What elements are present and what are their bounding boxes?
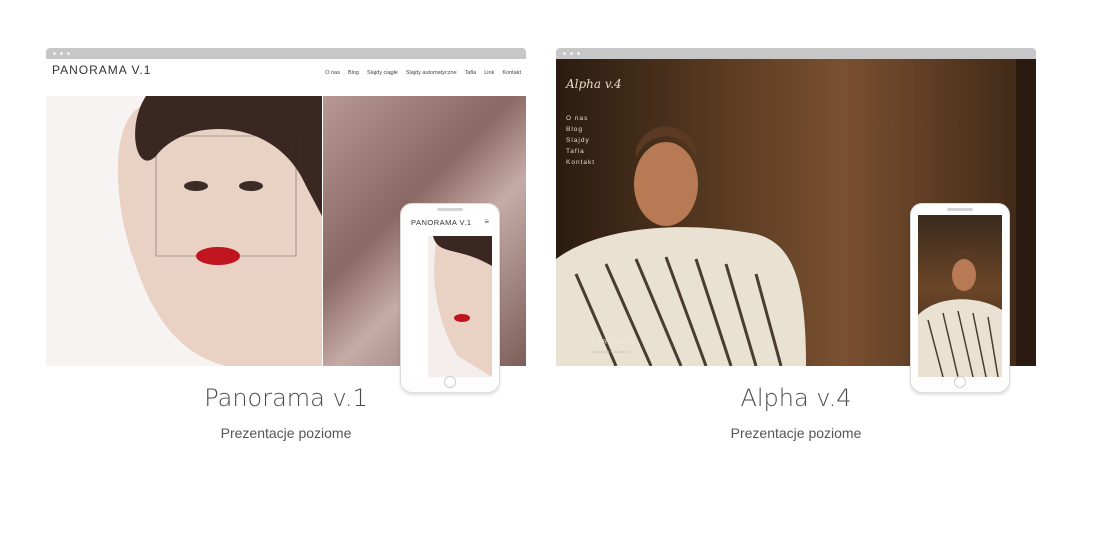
window-dot-icon	[60, 52, 63, 55]
nav-item: Slajdy	[566, 137, 590, 144]
nav-item: Kontakt	[502, 70, 521, 76]
window-dot-icon	[67, 52, 70, 55]
speaker-icon	[947, 208, 973, 211]
phone-portrait-photo	[428, 236, 492, 377]
nav-item: O nas	[325, 70, 340, 76]
browser-bar	[556, 48, 1036, 59]
nav-item: Blog	[347, 70, 359, 76]
nav-item: Tafla	[566, 148, 585, 155]
browser-bar	[46, 48, 526, 59]
nav-item: Link	[484, 70, 495, 76]
nav-item: Kontakt	[566, 159, 596, 166]
home-button-icon	[954, 376, 966, 388]
portfolio-label: PORTFOLIO	[592, 340, 636, 346]
phone-mockup	[910, 203, 1010, 393]
site-logo: Alpha v.4	[566, 77, 622, 91]
home-button-icon	[444, 376, 456, 388]
template-subtitle: Prezentacje poziome	[220, 425, 352, 441]
site-header: PANORAMA V.1 O nas Blog Slajdy ciągłe Sl…	[46, 59, 526, 96]
window-dot-icon	[570, 52, 573, 55]
window-dot-icon	[577, 52, 580, 55]
portrait-photo	[46, 96, 322, 366]
nav-item: Slajdy ciągłe	[366, 70, 398, 76]
window-dot-icon	[563, 52, 566, 55]
speaker-icon	[437, 208, 463, 211]
nav-item: O nas	[566, 115, 589, 122]
menu-icon: ≡	[484, 217, 489, 226]
window-dot-icon	[53, 52, 56, 55]
nav-item: Tafla	[464, 70, 477, 76]
site-logo: PANORAMA V.1	[52, 63, 152, 77]
site-nav: O nas Blog Slajdy ciągłe Slajdy automaty…	[325, 70, 521, 76]
nav-item: Slajdy automatyczne	[405, 70, 457, 76]
phone-logo: PANORAMA V.1	[411, 218, 472, 227]
template-subtitle: Prezentacje poziome	[730, 425, 862, 441]
nav-item: Blog	[566, 126, 584, 133]
phone-barber-photo	[918, 215, 1002, 377]
phone-screen	[918, 215, 1002, 377]
copyright-text: Copyright © Alpha v.4	[592, 349, 631, 354]
phone-mockup: PANORAMA V.1 ≡	[400, 203, 500, 393]
site-nav: O nas Blog Slajdy Tafla Kontakt	[566, 113, 595, 168]
phone-screen: PANORAMA V.1 ≡	[408, 215, 492, 377]
